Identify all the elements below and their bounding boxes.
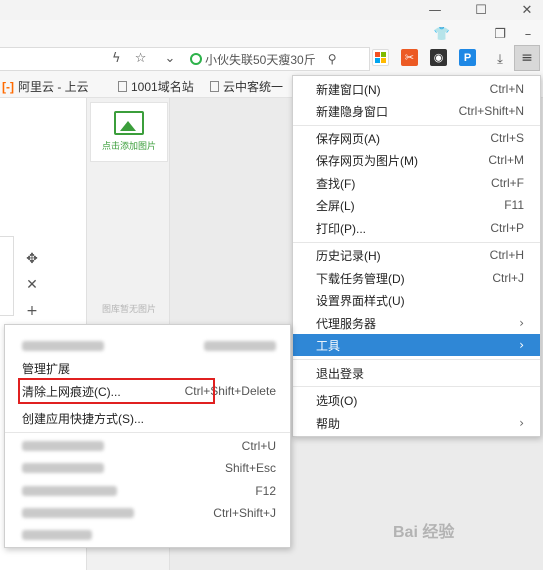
p-extension-icon[interactable]: P [459, 49, 476, 66]
submenu-item-view-source[interactable]: Ctrl+U [5, 435, 290, 457]
menu-item-save-as-image[interactable]: 保存网页为图片(M) Ctrl+M [293, 149, 540, 171]
blurred-label [22, 508, 134, 518]
close-icon[interactable]: ✕ [22, 272, 42, 298]
submenu-item-task-manager[interactable]: Shift+Esc [5, 457, 290, 479]
chevron-down-icon[interactable]: ⌄ [165, 51, 176, 66]
menu-item-proxy[interactable]: 代理服务器 › [293, 312, 540, 334]
move-icon[interactable]: ✥ [22, 246, 42, 272]
close-icon[interactable]: ✕ [512, 0, 542, 20]
menu-item-print[interactable]: 打印(P)... Ctrl+P [293, 217, 540, 239]
bookmark-1001[interactable]: 1001域名站 [118, 78, 194, 95]
menu-item-history[interactable]: 历史记录(H) Ctrl+H [293, 244, 540, 266]
menu-separator [293, 242, 540, 243]
chevron-right-icon: › [519, 338, 524, 352]
chevron-right-icon: › [519, 416, 524, 430]
menu-item-new-window[interactable]: 新建窗口(N) Ctrl+N [293, 78, 540, 100]
menu-item-help[interactable]: 帮助 › [293, 412, 540, 434]
add-image-label: 点击添加图片 [101, 141, 156, 151]
tools-extension-icon[interactable]: ✂ [401, 49, 418, 66]
side-tools: ✥ ✕ + [22, 246, 42, 324]
submenu-item-blurred-last[interactable] [5, 524, 290, 546]
menu-item-logout[interactable]: 退出登录 [293, 362, 540, 384]
star-icon[interactable]: ☆ [135, 51, 147, 66]
submenu-item-blurred[interactable] [5, 335, 290, 357]
maximize-icon[interactable]: ☐ [466, 0, 496, 20]
blurred-label [22, 530, 92, 540]
search-engine-icon [190, 53, 202, 65]
menu-item-find[interactable]: 查找(F) Ctrl+F [293, 172, 540, 194]
menu-separator [293, 125, 540, 126]
menu-item-downloads[interactable]: 下载任务管理(D) Ctrl+J [293, 267, 540, 289]
blurred-label [22, 441, 104, 451]
toolbar: 👕 ❐ – ϟ ☆ ⌄ 小伙失联50天瘦30斤 ⚲ ✂ ◉ P ⤓ ≡ [0, 20, 543, 74]
browser-menu: 新建窗口(N) Ctrl+N 新建隐身窗口 Ctrl+Shift+N 保存网页(A)… [292, 75, 541, 437]
menu-item-ui-style[interactable]: 设置界面样式(U) [293, 289, 540, 311]
menu-separator [293, 359, 540, 360]
editor-card [0, 236, 14, 316]
submenu-item-manage-extensions[interactable]: 管理扩展 [5, 357, 290, 379]
document-icon [210, 81, 219, 92]
shirt-icon[interactable]: 👕 [432, 24, 452, 44]
menu-item-tools[interactable]: 工具 › [293, 334, 540, 356]
bookmark-aliyun[interactable]: [-] 阿里云 - 上云 [2, 78, 89, 95]
blurred-shortcut [204, 341, 276, 351]
submenu-item-dev-tools[interactable]: F12 [5, 480, 290, 502]
menu-separator [5, 432, 290, 433]
menu-item-new-incognito[interactable]: 新建隐身窗口 Ctrl+Shift+N [293, 100, 540, 122]
image-icon [114, 111, 144, 135]
blurred-label [22, 341, 104, 351]
highlight-box [18, 378, 215, 404]
blurred-label [22, 486, 117, 496]
gallery-empty-text: 图库暂无图片 [101, 304, 156, 314]
restore-icon[interactable]: ❐ [490, 24, 510, 44]
tools-submenu: 管理扩展 清除上网痕迹(C)... Ctrl+Shift+Delete 创建应用快… [4, 324, 291, 548]
add-icon[interactable]: + [22, 298, 42, 324]
minimize-tab-icon[interactable]: – [518, 24, 538, 44]
menu-item-options[interactable]: 选项(O) [293, 389, 540, 411]
camera-extension-icon[interactable]: ◉ [430, 49, 447, 66]
menu-separator [293, 386, 540, 387]
minimize-icon[interactable]: — [420, 0, 450, 20]
menu-item-save-page[interactable]: 保存网页(A) Ctrl+S [293, 127, 540, 149]
watermark: Bai 经验 [393, 524, 455, 541]
chevron-right-icon: › [519, 316, 524, 330]
submenu-item-create-shortcut[interactable]: 创建应用快捷方式(S)... [5, 407, 290, 429]
search-icon[interactable]: ⚲ [328, 52, 337, 66]
menu-icon[interactable]: ≡ [514, 45, 540, 71]
download-icon[interactable]: ⤓ [490, 49, 510, 69]
bookmark-yunzhongke[interactable]: 云中客统一 [210, 78, 283, 95]
blurred-label [22, 463, 104, 473]
title-bar: — ☐ ✕ [0, 0, 543, 20]
submenu-item-js-console[interactable]: Ctrl+Shift+J [5, 502, 290, 524]
document-icon [118, 81, 127, 92]
windows-logo-icon[interactable] [372, 49, 389, 66]
menu-item-fullscreen[interactable]: 全屏(L) F11 [293, 194, 540, 216]
search-hot-text[interactable]: 小伙失联50天瘦30斤 [205, 51, 316, 68]
aliyun-logo-icon: [-] [2, 79, 14, 94]
lightning-icon[interactable]: ϟ [112, 51, 121, 66]
add-image-button[interactable]: 点击添加图片 [90, 102, 168, 162]
search-suggestion[interactable]: 小伙失联50天瘦30斤 ⚲ [190, 47, 360, 71]
